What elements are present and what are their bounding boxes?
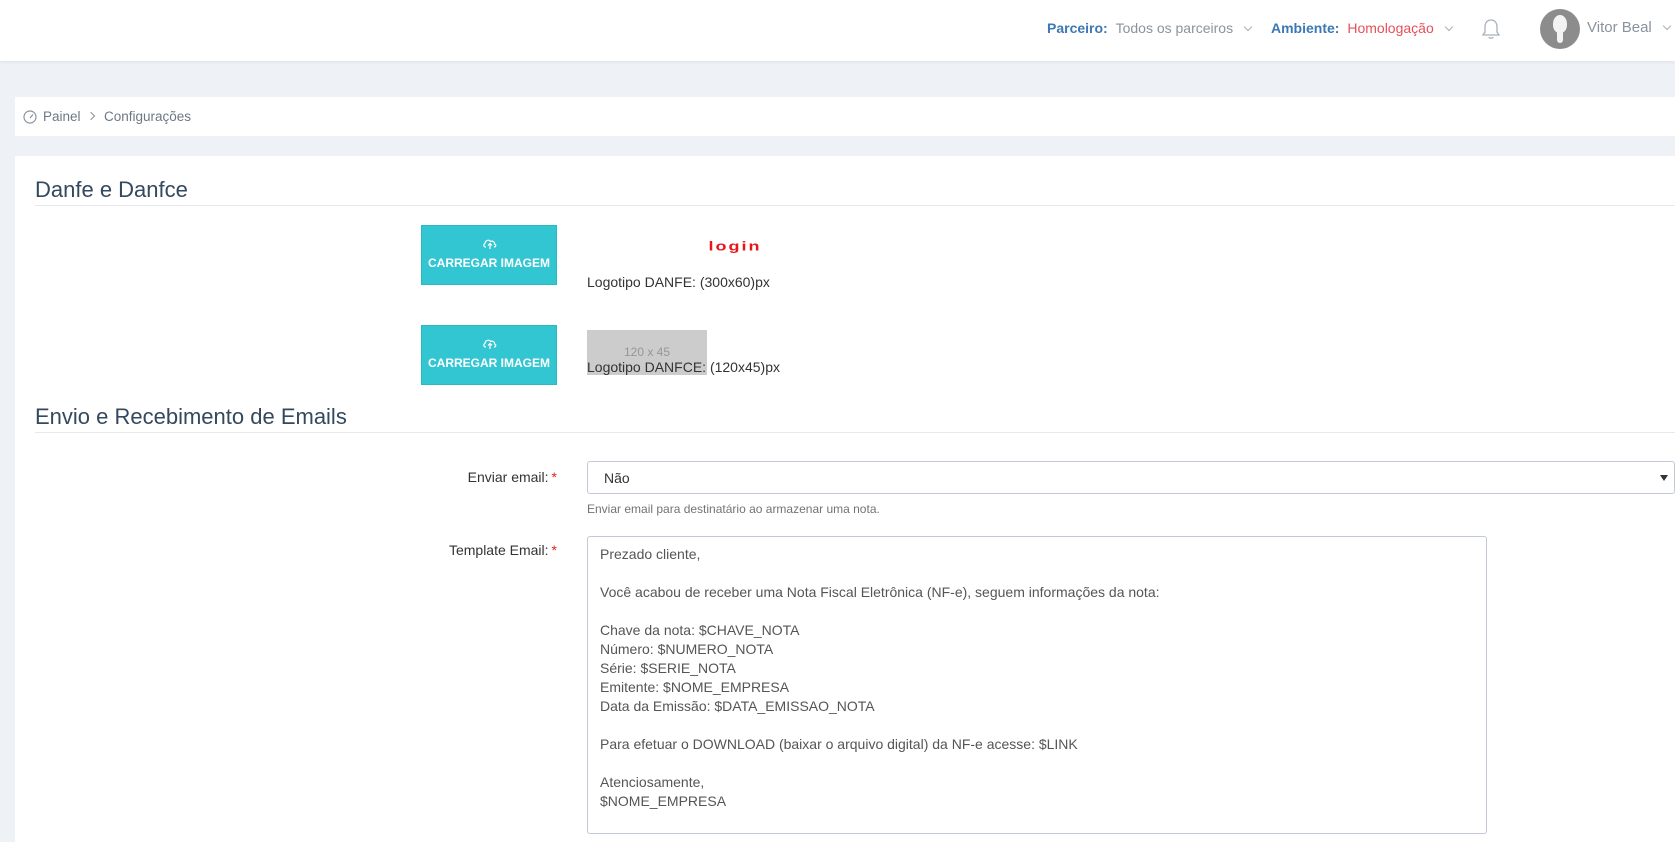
cloud-upload-icon xyxy=(483,339,497,349)
partner-label: Parceiro: xyxy=(1047,20,1108,36)
section-divider xyxy=(35,205,1675,206)
section-divider xyxy=(35,432,1675,433)
environment-value: Homologação xyxy=(1347,20,1434,36)
danfe-logo-caption: Logotipo DANFE: (300x60)px xyxy=(587,274,770,290)
partner-value: Todos os parceiros xyxy=(1115,20,1234,36)
upload-button-label: CARREGAR IMAGEM xyxy=(428,256,550,270)
danfe-logo-text: login xyxy=(709,240,762,254)
bell-icon[interactable] xyxy=(1481,18,1501,40)
user-avatar[interactable] xyxy=(1540,9,1580,49)
breadcrumb-item-painel[interactable]: Painel xyxy=(43,109,81,124)
top-header: Parceiro: Todos os parceiros Ambiente: H… xyxy=(0,0,1675,61)
send-email-value: Não xyxy=(604,470,630,486)
danfe-logo-image: login xyxy=(709,240,762,254)
section-title-email: Envio e Recebimento de Emails xyxy=(35,404,347,429)
environment-selector[interactable]: Ambiente: Homologação xyxy=(1271,20,1453,36)
template-email-textarea[interactable]: Prezado cliente, Você acabou de receber … xyxy=(587,536,1487,834)
user-name: Vitor Beal xyxy=(1587,19,1652,36)
breadcrumb: Painel Configurações xyxy=(15,97,1675,136)
send-email-label: Enviar email: * xyxy=(467,469,557,485)
upload-danfe-button[interactable]: CARREGAR IMAGEM xyxy=(421,225,557,285)
chevron-right-icon xyxy=(86,111,96,121)
upload-danfce-button[interactable]: CARREGAR IMAGEM xyxy=(421,325,557,385)
chevron-down-icon xyxy=(1444,22,1453,32)
template-email-label: Template Email: * xyxy=(448,542,557,558)
danfce-logo-caption: Logotipo DANFCE: (120x45)px xyxy=(587,359,780,375)
send-email-help: Enviar email para destinatário ao armaze… xyxy=(587,502,880,516)
cloud-upload-icon xyxy=(483,239,497,249)
upload-button-label: CARREGAR IMAGEM xyxy=(428,356,550,370)
chevron-down-icon xyxy=(1243,22,1253,32)
settings-panel: Danfe e Danfce CARREGAR IMAGEM login Log… xyxy=(15,156,1675,842)
breadcrumb-item-configuracoes: Configurações xyxy=(104,109,192,124)
dashboard-icon xyxy=(23,110,37,124)
partner-selector[interactable]: Parceiro: Todos os parceiros xyxy=(1047,20,1253,36)
dropdown-arrow-icon xyxy=(1660,475,1668,481)
user-menu[interactable]: Vitor Beal xyxy=(1587,19,1671,36)
environment-label: Ambiente: xyxy=(1271,20,1340,36)
chevron-down-icon xyxy=(1662,21,1671,31)
section-title-danfe: Danfe e Danfce xyxy=(35,177,188,202)
send-email-select[interactable]: Não xyxy=(587,461,1675,494)
